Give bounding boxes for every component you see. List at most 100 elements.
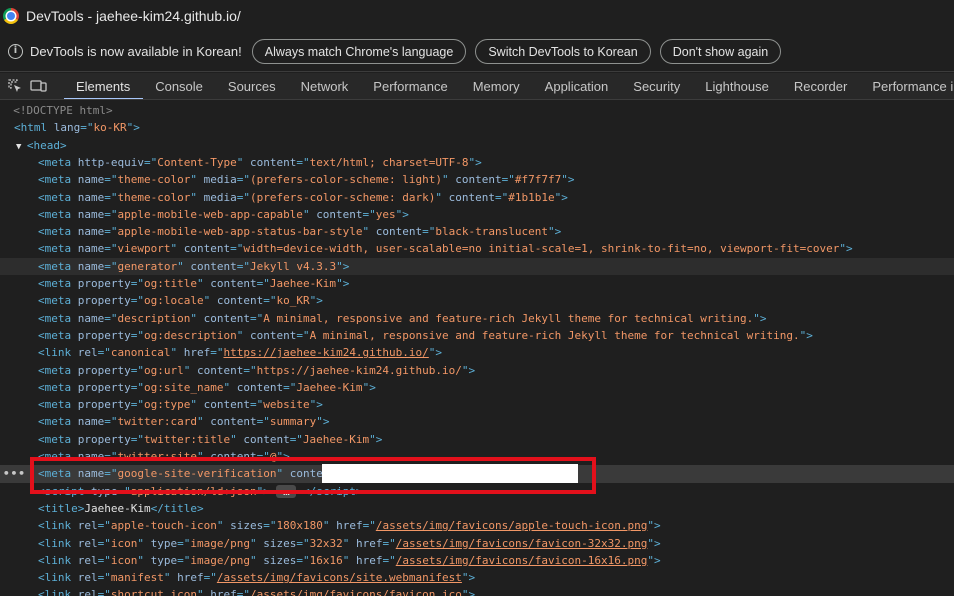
attribute-value: (prefers-color-scheme: light) — [249, 173, 443, 187]
attribute-name: http-equiv — [77, 155, 144, 169]
dom-node-line[interactable]: <meta name="viewport" content="width=dev… — [0, 240, 954, 257]
attribute-name: media — [203, 190, 237, 204]
tab-security[interactable]: Security — [621, 73, 693, 99]
dom-node-line[interactable]: <meta property="twitter:title" content="… — [0, 431, 954, 448]
attribute-value: /assets/img/favicons/favicon-32x32.png — [395, 536, 648, 550]
attribute-name: name — [77, 311, 105, 325]
dom-node-line[interactable]: <link rel="shortcut icon" href="/assets/… — [0, 586, 954, 596]
expand-triangle-icon: ▼ — [16, 141, 27, 152]
dom-node-line[interactable]: <meta name="description" content="A mini… — [0, 310, 954, 327]
elements-dom-tree: <!DOCTYPE html> <html lang="ko-KR"> ▼ <hea… — [0, 101, 954, 596]
dom-node-line[interactable]: <title>Jaehee-Kim</title> — [0, 500, 954, 517]
language-infobar: i DevTools is now available in Korean! A… — [0, 32, 954, 72]
attribute-value: https://jaehee-kim24.github.io/ — [256, 363, 462, 377]
attribute-name: rel — [77, 519, 98, 533]
tag-name: <meta — [38, 294, 72, 308]
tab-console[interactable]: Console — [143, 73, 216, 99]
device-toolbar-icon[interactable] — [30, 77, 48, 95]
attribute-value: ko_KR — [276, 294, 310, 308]
attribute-name: rel — [77, 588, 98, 596]
node-actions-icon[interactable]: ••• — [3, 465, 26, 482]
attribute-name: rel — [77, 536, 98, 550]
tag-name: <meta — [38, 207, 72, 221]
dom-node-line[interactable]: <!DOCTYPE html> — [0, 102, 954, 119]
attribute-name: media — [203, 173, 237, 187]
dom-node-line[interactable]: <meta property="og:url" content="https:/… — [0, 362, 954, 379]
attribute-value: twitter:title — [143, 432, 231, 446]
attribute-name: content — [183, 242, 231, 256]
attribute-value: apple-mobile-web-app-capable — [117, 207, 303, 221]
attribute-value: Jaehee-Kim — [269, 277, 337, 290]
tag-name: <meta — [38, 277, 72, 290]
dom-node-line[interactable]: <link rel="manifest" href="/assets/img/f… — [0, 569, 954, 586]
attribute-value: shortcut icon — [110, 588, 197, 596]
dom-node-line[interactable]: <link rel="icon" type="image/png" sizes=… — [0, 535, 954, 552]
highlight-box — [30, 457, 596, 494]
infobar-message: DevTools is now available in Korean! — [30, 44, 242, 59]
attribute-name: content — [249, 155, 297, 169]
dom-node-line[interactable]: <meta http-equiv="Content-Type" content=… — [0, 154, 954, 171]
dom-node-line[interactable]: <link rel="apple-touch-icon" sizes="180x… — [0, 517, 954, 534]
tab-performance[interactable]: Performance — [361, 73, 460, 99]
attribute-name: name — [77, 415, 105, 429]
dom-node-line[interactable]: <meta name="apple-mobile-web-app-status-… — [0, 223, 954, 240]
attribute-value: yes — [375, 207, 396, 221]
attribute-value: image/png — [190, 536, 250, 550]
dom-node-line[interactable]: <link rel="canonical" href="https://jaeh… — [0, 344, 954, 361]
info-icon: i — [8, 44, 23, 59]
attribute-name: rel — [77, 553, 98, 567]
attribute-name: name — [77, 190, 105, 204]
attribute-name: content — [455, 173, 502, 187]
inspect-element-icon[interactable] — [7, 77, 23, 95]
tag-name: <meta — [38, 173, 72, 187]
attribute-value: /assets/img/favicons/apple-touch-icon.pn… — [375, 519, 648, 533]
dom-node-line[interactable]: <meta property="og:description" content=… — [0, 327, 954, 344]
tab-performance-insights[interactable]: Performance insights — [860, 73, 954, 99]
dom-node-line[interactable]: <meta name="twitter:card" content="summa… — [0, 413, 954, 430]
tag-name: <meta — [38, 311, 72, 325]
attribute-value: A minimal, responsive and feature-rich J… — [263, 311, 754, 325]
tab-recorder[interactable]: Recorder — [782, 73, 860, 99]
attribute-value: icon — [110, 536, 138, 550]
attribute-value: apple-touch-icon — [110, 519, 217, 533]
attribute-value: Content-Type — [157, 155, 237, 169]
tab-network[interactable]: Network — [289, 73, 362, 99]
dom-node-line[interactable]: <meta property="og:type" content="websit… — [0, 396, 954, 413]
dom-node-line[interactable]: <meta property="og:title" content="Jaehe… — [0, 275, 954, 292]
tag-name: <html — [14, 121, 48, 135]
dom-node-line[interactable]: <meta name="theme-color" media="(prefers… — [0, 189, 954, 206]
attribute-value: /assets/img/favicons/favicon-16x16.png — [395, 553, 648, 567]
dom-node-line[interactable]: <meta property="og:site_name" content="J… — [0, 379, 954, 396]
tag-name: <meta — [38, 380, 72, 394]
dont-show-again-button[interactable]: Don't show again — [659, 39, 782, 64]
tab-elements[interactable]: Elements — [64, 73, 144, 99]
tab-sources[interactable]: Sources — [216, 73, 289, 99]
dom-node-line[interactable]: <meta name="theme-color" media="(prefers… — [0, 171, 954, 188]
always-match-language-button[interactable]: Always match Chrome's language — [251, 39, 467, 64]
dom-node-line[interactable]: <html lang="ko-KR"> — [0, 119, 954, 136]
tag-name: <link — [38, 519, 72, 533]
dom-node-line[interactable]: ▼ <head> — [0, 137, 954, 154]
attribute-name: href — [210, 588, 237, 596]
attribute-name: content — [375, 225, 423, 239]
attribute-value: og:site_name — [143, 380, 224, 394]
attribute-value: A minimal, responsive and feature-rich J… — [309, 328, 800, 342]
attribute-name: href — [355, 553, 383, 567]
attribute-name: name — [77, 173, 105, 187]
dom-node-line[interactable]: <meta name="apple-mobile-web-app-capable… — [0, 206, 954, 223]
attribute-value: black-translucent — [435, 225, 548, 239]
tab-lighthouse[interactable]: Lighthouse — [693, 73, 782, 99]
attribute-name: sizes — [263, 553, 297, 567]
attribute-name: sizes — [263, 536, 297, 550]
devtools-tab-strip: Elements Console Sources Network Performance… — [0, 73, 954, 100]
tab-memory[interactable]: Memory — [461, 73, 533, 99]
tag-name: <link — [38, 536, 72, 550]
attribute-name: content — [243, 432, 290, 446]
dom-node-line[interactable]: <meta name="generator" content="Jekyll v… — [0, 257, 954, 275]
tag-name: <link — [38, 571, 72, 585]
attribute-value: /assets/img/favicons/favicon.ico — [249, 588, 462, 596]
tab-application[interactable]: Application — [533, 73, 622, 99]
dom-node-line[interactable]: <link rel="icon" type="image/png" sizes=… — [0, 552, 954, 569]
dom-node-line[interactable]: <meta property="og:locale" content="ko_K… — [0, 292, 954, 309]
switch-to-korean-button[interactable]: Switch DevTools to Korean — [475, 39, 651, 64]
